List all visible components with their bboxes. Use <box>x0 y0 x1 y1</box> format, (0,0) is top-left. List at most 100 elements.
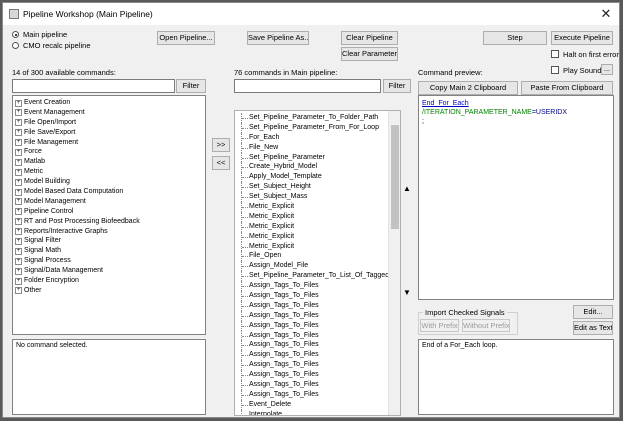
pipeline-command-item[interactable]: Metric_Explicit <box>237 221 389 232</box>
command-category-tree[interactable]: + Event Creation + Event Management + File Op… <box>12 95 206 335</box>
pipeline-command-item[interactable]: Set_Pipeline_Parameter_To_Folder_Path <box>237 113 389 123</box>
expand-plus-icon[interactable]: + <box>15 228 22 236</box>
pipeline-command-item[interactable]: Assign_Model_File <box>237 261 389 272</box>
play-sound-checkbox[interactable] <box>551 66 559 74</box>
pipeline-scrollbar[interactable] <box>388 111 400 415</box>
pipeline-command-item[interactable]: Assign_Tags_To_Files <box>237 291 389 301</box>
expand-plus-icon[interactable]: + <box>15 158 22 166</box>
category-item[interactable]: + Other <box>13 286 205 296</box>
pipeline-command-item[interactable]: Assign_Tags_To_Files <box>237 360 389 371</box>
pipeline-command-item[interactable]: Set_Pipeline_Parameter <box>237 152 389 163</box>
pipeline-command-item[interactable]: Assign_Tags_To_Files <box>237 350 389 361</box>
expand-plus-icon[interactable]: + <box>15 148 22 156</box>
expand-plus-icon[interactable]: + <box>15 208 22 216</box>
command-preview-box[interactable]: End_For_Each /ITERATION_PARAMETER_NAME=U… <box>418 95 614 300</box>
pipeline-command-item[interactable]: Apply_Model_Template <box>237 172 389 183</box>
pipeline-command-item[interactable]: Assign_Tags_To_Files <box>237 310 389 321</box>
category-item[interactable]: + Model Management <box>13 197 205 207</box>
expand-plus-icon[interactable]: + <box>15 129 22 137</box>
expand-plus-icon[interactable]: + <box>15 139 22 147</box>
pipeline-command-item[interactable]: File_Open <box>237 251 389 262</box>
step-button[interactable]: Step <box>483 31 547 45</box>
pipeline-move-down-arrow-icon[interactable]: ▼ <box>403 288 411 297</box>
expand-plus-icon[interactable]: + <box>15 267 22 275</box>
sound-browse-button[interactable]: ... <box>601 64 613 75</box>
category-item[interactable]: + File Save/Export <box>13 128 205 138</box>
pipeline-command-item[interactable]: Assign_Tags_To_Files <box>237 380 389 390</box>
pipeline-command-item[interactable]: Set_Pipeline_Parameter_From_For_Loop <box>237 122 389 133</box>
expand-plus-icon[interactable]: + <box>15 178 22 186</box>
without-prefix-button[interactable]: Without Prefix <box>462 319 510 332</box>
edit-as-text-button[interactable]: Edit as Text <box>573 321 613 335</box>
remove-command-button[interactable]: << <box>212 156 230 170</box>
clear-parameters-button[interactable]: Clear Parameters <box>341 47 398 61</box>
expand-plus-icon[interactable]: + <box>15 109 22 117</box>
pipeline-filter-button[interactable]: Filter <box>383 79 411 93</box>
add-command-button[interactable]: >> <box>212 138 230 152</box>
pipeline-command-item[interactable]: Assign_Tags_To_Files <box>237 389 389 400</box>
pipeline-command-item[interactable]: Assign_Tags_To_Files <box>237 330 389 341</box>
category-item[interactable]: + Model Building <box>13 177 205 187</box>
category-item[interactable]: + File Open/Import <box>13 118 205 128</box>
pipeline-command-list[interactable]: Set_Pipeline_Parameter_To_Folder_Path Set… <box>234 110 401 416</box>
available-commands-filter-input[interactable] <box>12 79 175 93</box>
pipeline-scrollbar-thumb[interactable] <box>391 125 399 229</box>
expand-plus-icon[interactable]: + <box>15 198 22 206</box>
pipeline-command-item[interactable]: Metric_Explicit <box>237 211 389 222</box>
pipeline-command-item[interactable]: File_New <box>237 142 389 153</box>
expand-plus-icon[interactable]: + <box>15 247 22 255</box>
expand-plus-icon[interactable]: + <box>15 237 22 245</box>
save-pipeline-as-button[interactable]: Save Pipeline As... <box>247 31 309 45</box>
category-item[interactable]: + Model Based Data Computation <box>13 187 205 197</box>
pipeline-command-item[interactable]: For_Each <box>237 132 389 143</box>
with-prefix-button[interactable]: With Prefix <box>420 319 459 332</box>
pipeline-command-item[interactable]: Metric_Explicit <box>237 231 389 242</box>
category-item[interactable]: + Force <box>13 147 205 157</box>
expand-plus-icon[interactable]: + <box>15 277 22 285</box>
pipeline-command-item[interactable]: Set_Subject_Height <box>237 182 389 193</box>
expand-plus-icon[interactable]: + <box>15 287 22 295</box>
main-pipeline-radio[interactable] <box>12 31 19 38</box>
pipeline-command-item[interactable]: Event_Delete <box>237 399 389 410</box>
category-item[interactable]: + Event Creation <box>13 98 205 108</box>
category-item[interactable]: + Pipeline Control <box>13 207 205 217</box>
edit-button[interactable]: Edit... <box>573 305 613 319</box>
category-item[interactable]: + RT and Post Processing Biofeedback <box>13 217 205 227</box>
category-item[interactable]: + Signal/Data Management <box>13 266 205 276</box>
pipeline-command-item[interactable]: Interpolate <box>237 409 389 415</box>
expand-plus-icon[interactable]: + <box>15 99 22 107</box>
category-item[interactable]: + Signal Filter <box>13 236 205 246</box>
pipeline-command-item[interactable]: Metric_Explicit <box>237 241 389 252</box>
category-item[interactable]: + File Management <box>13 138 205 148</box>
paste-from-clipboard-button[interactable]: Paste From Clipboard <box>521 81 613 95</box>
close-icon[interactable]: ✕ <box>597 5 615 23</box>
category-item[interactable]: + Signal Math <box>13 246 205 256</box>
pipeline-command-item[interactable]: Assign_Tags_To_Files <box>237 340 389 351</box>
pipeline-command-item[interactable]: Assign_Tags_To_Files <box>237 320 389 331</box>
pipeline-command-item[interactable]: Create_Hybrid_Model <box>237 162 389 173</box>
expand-plus-icon[interactable]: + <box>15 218 22 226</box>
available-commands-filter-button[interactable]: Filter <box>176 79 206 93</box>
category-item[interactable]: + Event Management <box>13 108 205 118</box>
pipeline-command-item[interactable]: Assign_Tags_To_Files <box>237 300 389 311</box>
copy-main-to-clipboard-button[interactable]: Copy Main 2 Clipboard <box>418 81 518 95</box>
cmo-recalc-radio[interactable] <box>12 42 19 49</box>
category-item[interactable]: + Matlab <box>13 157 205 167</box>
pipeline-command-item[interactable]: Assign_Tags_To_Files <box>237 370 389 380</box>
halt-on-first-error-checkbox[interactable] <box>551 50 559 58</box>
category-item[interactable]: + Metric <box>13 167 205 177</box>
expand-plus-icon[interactable]: + <box>15 188 22 196</box>
category-item[interactable]: + Reports/Interactive Graphs <box>13 227 205 237</box>
pipeline-command-item[interactable]: Assign_Tags_To_Files <box>237 281 389 291</box>
clear-pipeline-button[interactable]: Clear Pipeline <box>341 31 398 45</box>
expand-plus-icon[interactable]: + <box>15 168 22 176</box>
pipeline-filter-input[interactable] <box>234 79 381 93</box>
pipeline-move-up-arrow-icon[interactable]: ▲ <box>403 184 411 193</box>
pipeline-command-item[interactable]: Metric_Explicit <box>237 202 389 212</box>
open-pipeline-button[interactable]: Open Pipeline... <box>157 31 215 45</box>
pipeline-command-item[interactable]: Set_Subject_Mass <box>237 192 389 202</box>
category-item[interactable]: + Signal Process <box>13 256 205 266</box>
pipeline-command-item[interactable]: Set_Pipeline_Parameter_To_List_Of_Tagged… <box>237 271 397 282</box>
category-item[interactable]: + Folder Encryption <box>13 276 205 286</box>
expand-plus-icon[interactable]: + <box>15 119 22 127</box>
